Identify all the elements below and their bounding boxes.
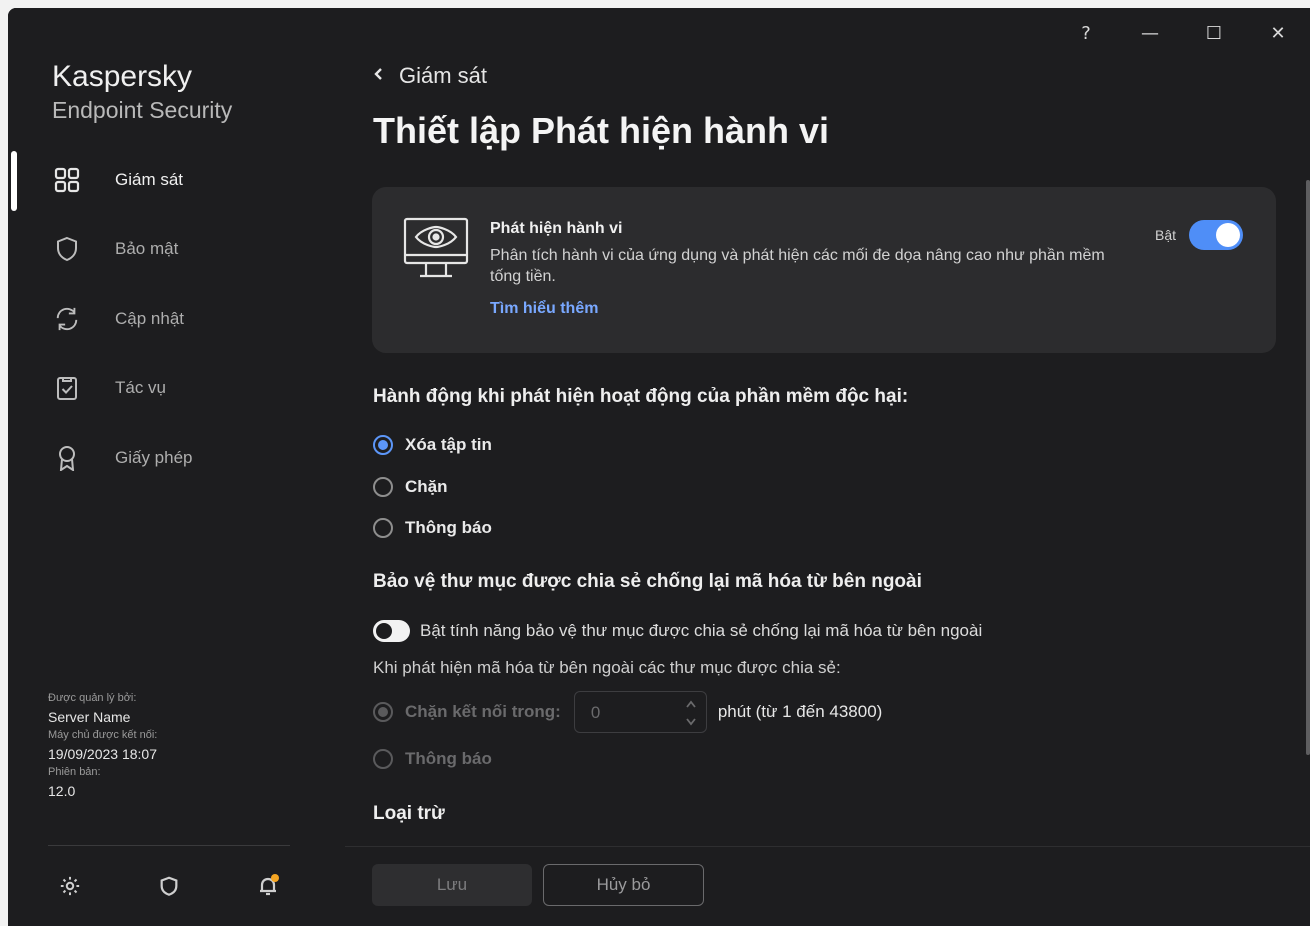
- block-minutes-input[interactable]: 0: [573, 691, 707, 733]
- toggle-knob: [1216, 223, 1240, 247]
- learn-more-link[interactable]: Tìm hiểu thêm: [490, 300, 598, 318]
- radio-label: Thông báo: [405, 518, 492, 537]
- connected-value: 19/09/2023 18:07: [48, 746, 157, 762]
- refresh-icon: [54, 306, 80, 332]
- version-label: Phiên bản:: [48, 766, 101, 778]
- radio-button[interactable]: [373, 518, 393, 538]
- radio-button[interactable]: [373, 702, 393, 722]
- switch-label: Bật tính năng bảo vệ thư mục được chia s…: [420, 621, 983, 640]
- notification-dot: [271, 874, 279, 882]
- shared-protection-switch-row[interactable]: Bật tính năng bảo vệ thư mục được chia s…: [373, 620, 982, 642]
- breadcrumb-label: Giám sát: [399, 63, 488, 88]
- sidebar-item-label: Giám sát: [115, 169, 184, 189]
- shared-folders-heading: Bảo vệ thư mục được chia sẻ chống lại mã…: [373, 571, 922, 592]
- sidebar-item-update[interactable]: Cập nhật: [8, 284, 345, 354]
- sidebar-divider: [48, 845, 290, 846]
- gear-icon[interactable]: [58, 874, 82, 898]
- radio-block[interactable]: Chặn: [373, 477, 448, 497]
- award-icon: [54, 445, 80, 471]
- main-content: Giám sát Thiết lập Phát hiện hành vi Phá…: [345, 8, 1310, 926]
- feature-card: Phát hiện hành vi Phân tích hành vi của …: [372, 187, 1276, 353]
- sidebar-item-tasks[interactable]: Tác vụ: [8, 354, 345, 424]
- sidebar-nav: Giám sát Bảo mật Cập nhật Tác vụ Giấy ph…: [8, 145, 345, 493]
- radio-label: Chặn: [405, 477, 448, 496]
- page-title: Thiết lập Phát hiện hành vi: [373, 110, 830, 151]
- radio-label: Xóa tập tin: [405, 435, 492, 454]
- card-title: Phát hiện hành vi: [490, 220, 623, 237]
- radio-button[interactable]: [373, 477, 393, 497]
- managed-by-label: Được quản lý bởi:: [48, 692, 137, 704]
- connected-label: Máy chủ được kết nối:: [48, 729, 158, 741]
- radio-delete-file[interactable]: Xóa tập tin: [373, 435, 492, 455]
- app-info: Được quản lý bởi: Server Name Máy chủ đư…: [48, 690, 308, 801]
- card-description: Phân tích hành vi của ứng dụng và phát h…: [490, 247, 1105, 285]
- radio-label: Thông báo: [405, 749, 492, 768]
- sidebar-item-label: Cập nhật: [115, 308, 184, 328]
- save-button[interactable]: Lưu: [372, 864, 532, 906]
- block-minutes-unit: phút (từ 1 đến 43800): [717, 702, 883, 721]
- sidebar-item-label: Bảo mật: [115, 239, 179, 259]
- scrollbar[interactable]: [1306, 180, 1310, 755]
- kaspersky-shield-icon[interactable]: [157, 874, 181, 898]
- block-minutes-value: 0: [590, 703, 601, 722]
- sidebar: Kaspersky Endpoint Security Giám sát Bảo…: [8, 8, 345, 926]
- chevron-left-icon: [373, 67, 385, 86]
- exclusions-heading: Loại trừ: [373, 803, 445, 824]
- app-window: ? — ☐ ✕ Kaspersky Endpoint Security Giám…: [8, 8, 1310, 926]
- spinner-arrows-icon[interactable]: [684, 696, 698, 730]
- monitor-eye-icon: [403, 217, 469, 278]
- sidebar-item-label: Giấy phép: [115, 447, 193, 467]
- toggle-state-label: Bật: [1155, 227, 1177, 243]
- sidebar-item-label: Tác vụ: [115, 378, 167, 398]
- sidebar-bottom-bar: [8, 870, 345, 902]
- clipboard-check-icon: [54, 375, 80, 401]
- radio-notify[interactable]: Thông báo: [373, 518, 492, 538]
- feature-toggle[interactable]: [1189, 220, 1243, 250]
- breadcrumb[interactable]: Giám sát: [373, 63, 487, 89]
- sidebar-item-monitoring[interactable]: Giám sát: [8, 145, 345, 215]
- version-value: 12.0: [48, 783, 76, 799]
- radio-label: Chặn kết nối trong:: [405, 702, 561, 721]
- app-name: Kaspersky: [52, 60, 193, 93]
- sidebar-item-license[interactable]: Giấy phép: [8, 423, 345, 493]
- radio-block-connection[interactable]: Chặn kết nối trong: 0 phút (từ 1 đến 438…: [373, 691, 882, 733]
- managed-by-value: Server Name: [48, 709, 131, 725]
- dashboard-icon: [54, 167, 80, 193]
- toggle-knob: [376, 623, 392, 639]
- footer-divider: [345, 846, 1310, 847]
- radio-button[interactable]: [373, 435, 393, 455]
- action-heading: Hành động khi phát hiện hoạt động của ph…: [373, 386, 909, 407]
- radio-shared-notify[interactable]: Thông báo: [373, 749, 492, 769]
- product-name: Endpoint Security: [52, 97, 233, 123]
- on-detection-label: Khi phát hiện mã hóa từ bên ngoài các th…: [373, 658, 841, 677]
- sidebar-item-security[interactable]: Bảo mật: [8, 215, 345, 285]
- shield-icon: [54, 236, 80, 262]
- bell-icon[interactable]: [256, 874, 280, 898]
- radio-button[interactable]: [373, 749, 393, 769]
- shared-protection-toggle[interactable]: [373, 620, 410, 642]
- cancel-button[interactable]: Hủy bỏ: [543, 864, 704, 906]
